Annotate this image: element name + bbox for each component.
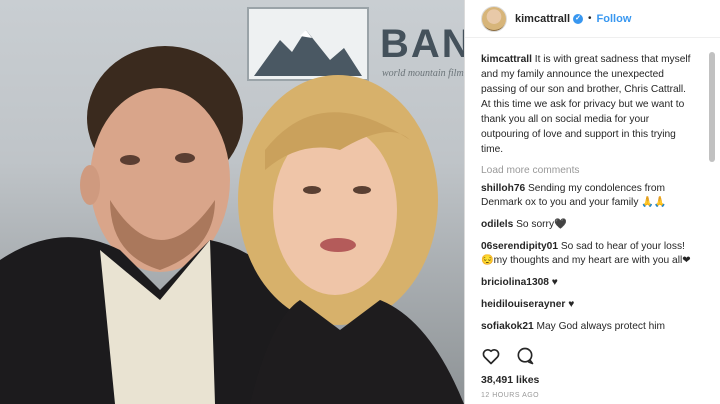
comment-username[interactable]: briciolina1308 — [481, 277, 549, 288]
header-username[interactable]: kimcattrall — [515, 13, 570, 25]
comment-username[interactable]: shilloh76 — [481, 183, 525, 194]
backdrop-sign-text: BAN — [380, 22, 464, 66]
caption-text: It is with great sadness that myself and… — [481, 54, 691, 155]
backdrop-sign-subtext: world mountain film — [382, 68, 464, 79]
list-item: briciolina1308 ♥ — [481, 276, 697, 290]
list-item: shilloh76 Sending my condolences from De… — [481, 182, 697, 210]
comment-text: ♥ — [565, 299, 575, 310]
comments-list[interactable]: kimcattrall It is with great sadness tha… — [465, 52, 707, 337]
load-more-comments-link[interactable]: Load more comments — [481, 165, 697, 176]
comment-username[interactable]: heidilouiserayner — [481, 299, 565, 310]
list-item: heidilouiserayner ♥ — [481, 298, 697, 312]
post-photo[interactable]: BAN world mountain film — [0, 0, 464, 404]
comment-username[interactable]: odilels — [481, 219, 513, 230]
comment-text: So sorry🖤 — [513, 219, 567, 230]
heart-icon[interactable] — [481, 346, 501, 366]
follow-button[interactable]: Follow — [597, 13, 632, 25]
list-item: sofiakok21 May God always protect him — [481, 320, 697, 334]
post-timestamp: 12 HOURS AGO — [481, 392, 540, 399]
post-header: kimcattrall ✓ • Follow — [465, 0, 720, 38]
avatar[interactable] — [481, 5, 507, 32]
comment-text: ♥ — [548, 277, 558, 288]
comment-text: May God always protect him — [533, 321, 666, 332]
separator-dot: • — [588, 13, 592, 24]
caption: kimcattrall It is with great sadness tha… — [481, 52, 697, 157]
post-actions — [481, 346, 535, 366]
post-side-panel: kimcattrall ✓ • Follow kimcattrall It is… — [464, 0, 720, 404]
comments-scrollbar[interactable] — [707, 52, 717, 337]
comment-username[interactable]: sofiakok21 — [481, 321, 534, 332]
list-item: 06serendipity01 So sad to hear of your l… — [481, 240, 697, 268]
speech-bubble-icon[interactable] — [515, 346, 535, 366]
likes-count[interactable]: 38,491 likes — [481, 374, 539, 386]
list-item: odilels So sorry🖤 — [481, 218, 697, 232]
comment-username[interactable]: 06serendipity01 — [481, 241, 558, 252]
verified-badge-icon: ✓ — [573, 13, 584, 24]
scrollbar-thumb[interactable] — [709, 52, 715, 162]
caption-username[interactable]: kimcattrall — [481, 54, 532, 65]
